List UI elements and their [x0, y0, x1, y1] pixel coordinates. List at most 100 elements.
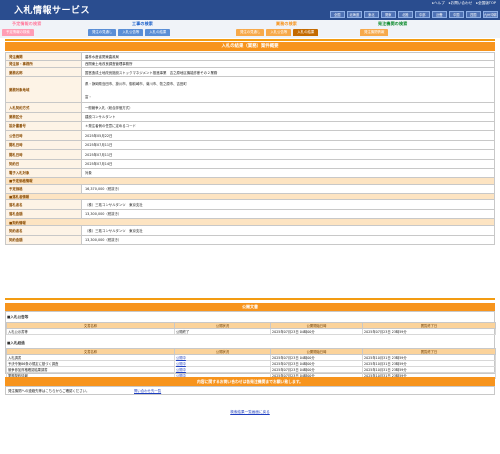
tab-yotei-search[interactable]: 予定情報の検索 — [2, 29, 34, 36]
detail-row: 入札契約方式 一般競争入札（総合評価方式） — [5, 102, 495, 113]
kekka-table: 文書名称 公開状況 公開開始日時 閲覧終了日 入札調書 公開中 2025年07月23… — [6, 348, 496, 379]
koukoku-subheading: ■入札公告等 — [7, 315, 29, 319]
detail-value: 2025年07月11日 — [81, 139, 495, 150]
detail-row: 公告日時 2025年05月22日 — [5, 130, 495, 141]
app-title: 入札情報サービス — [14, 6, 91, 16]
detail-value: 一般競争入札（総合評価方式） — [81, 102, 495, 113]
region-tab[interactable]: 九州沖縄 — [482, 11, 498, 18]
kekka-subheading: ■入札経過 — [7, 341, 25, 345]
detail-row: 開札日時 2025年07月11日 — [5, 149, 495, 160]
detail-key: 発注部・事務所 — [5, 59, 82, 68]
region-tab[interactable]: 北海道 — [346, 11, 362, 18]
region-tab[interactable]: 近畿 — [431, 11, 447, 18]
detail-key: 契約金額 — [5, 234, 82, 245]
page-title: 入札の結果（業務）案件概要 — [5, 42, 495, 51]
nav-group-label: 業務の検索 — [276, 21, 297, 26]
detail-key: 入札契約方式 — [5, 102, 82, 113]
detail-key: 落札者名 — [5, 199, 82, 210]
tab-gyoumu-mitoshi[interactable]: 発注の見通し — [236, 29, 265, 36]
region-tab[interactable]: 東北 — [363, 11, 379, 18]
contact-row: 発注機関への連絡先等はこちらからご確認ください。 問い合わせ先一覧 — [5, 386, 495, 395]
detail-value: 農林水産省関東農政局 — [81, 52, 495, 61]
detail-value: 2025年07月14日 — [81, 158, 495, 169]
detail-key: 開札日時 — [5, 139, 82, 150]
detail-row: 発注部・事務所 西関東土地改良調査管理事務所 — [5, 59, 495, 68]
contact-list-link[interactable]: 問い合わせ先一覧 — [134, 387, 161, 396]
detail-key: 契約日 — [5, 158, 82, 169]
contact-link[interactable]: ▸お問い合わせ — [449, 1, 472, 6]
detail-value: ＊発注者側の任意に定めるコード — [81, 120, 495, 131]
tab-kouji-koukoku[interactable]: 入札公告等 — [118, 29, 144, 36]
doc-status: 公開終了 — [174, 328, 271, 335]
detail-row: 設計書番号 ＊発注者側の任意に定めるコード — [5, 120, 495, 131]
back-link-wrap: 検索結果一覧画面に戻る — [0, 410, 500, 415]
divider — [5, 39, 495, 41]
detail-row: 予定価格 16,370,000（税抜き） — [5, 183, 495, 194]
detail-row: 業務名称 国営造成土地改良施設ストックマネジメント推進事業 吉之原地区機能診断その… — [5, 67, 495, 77]
doc-start: 2025年07月23日 04時00分 — [270, 328, 363, 335]
region-tab[interactable]: 全国 — [329, 11, 345, 18]
detail-table: 発注機関 農林水産省関東農政局 発注部・事務所 西関東土地改良調査管理事務所 業務名称国… — [5, 52, 495, 245]
detail-key: 開札日時 — [5, 149, 82, 160]
national-top-link[interactable]: ▸全国版TOP — [476, 1, 496, 6]
detail-value: 13,300,000（税抜き） — [81, 208, 495, 219]
region-tab[interactable]: 中国 — [448, 11, 464, 18]
contact-heading: 内容に関するお問い合わせは各発注機関までお願い致します。 — [5, 377, 495, 386]
detail-key: 予定価格 — [5, 183, 82, 194]
detail-row: 業務区分 建設コンサルタント — [5, 111, 495, 122]
detail-key: 公告日時 — [5, 130, 82, 141]
region-tab[interactable]: 中部 — [414, 11, 430, 18]
detail-value: 2025年05月22日 — [81, 130, 495, 141]
nav-group-kouji: 工事の検索 発注の見通し 入札公告等 入札の結果 — [88, 21, 171, 36]
detail-row: 業務対象地域 県・静岡県島田市、掛川市、御前崎市、菊川市、牧之原市、吉田町 富・ — [5, 76, 495, 103]
tab-kikan-info[interactable]: 発注機関情報 — [360, 29, 389, 36]
detail-value: 西関東土地改良調査管理事務所 — [81, 59, 495, 68]
tab-gyoumu-kekka[interactable]: 入札の結果 — [293, 29, 319, 36]
region-tab[interactable]: 四国 — [465, 11, 481, 18]
detail-row: 契約者名 （株）三祐コンサルタンツ 東京支社 — [5, 225, 495, 236]
detail-value: 県・静岡県島田市、掛川市、御前崎市、菊川市、牧之原市、吉田町 富・ — [81, 76, 495, 103]
search-nav: 予定情報の検索 予定情報の検索 工事の検索 発注の見通し 入札公告等 入札の結果… — [0, 20, 500, 38]
detail-value: （株）三祐コンサルタンツ 東京支社 — [81, 225, 495, 236]
detail-key: 電子入札対象 — [5, 168, 82, 178]
detail-group-row: ■予定価格情報 — [5, 176, 495, 185]
region-tabs: 全国 北海道 東北 関東 北陸 中部 近畿 中国 四国 九州沖縄 — [329, 11, 498, 18]
region-tab[interactable]: 北陸 — [397, 11, 413, 18]
detail-value: 16,370,000（税抜き） — [81, 183, 495, 194]
detail-key: 業務名称 — [5, 67, 82, 77]
detail-value: 13,300,000（税抜き） — [81, 234, 495, 245]
detail-key: 契約者名 — [5, 225, 82, 236]
tab-kouji-kekka[interactable]: 入札の結果 — [145, 29, 171, 36]
detail-key: 落札金額 — [5, 208, 82, 219]
detail-row: 落札者名 （株）三祐コンサルタンツ 東京支社 — [5, 199, 495, 210]
tab-kouji-mitoshi[interactable]: 発注の見通し — [88, 29, 117, 36]
koukoku-table: 文書名称 公開状況 公開開始日時 閲覧終了日 入札公示書等 公開終了 2025年07… — [6, 322, 496, 335]
detail-value: 2025年07月11日 — [81, 149, 495, 160]
nav-group-gyoumu: 業務の検索 発注の見通し 入札公告等 入札の結果 — [236, 21, 319, 36]
tab-gyoumu-koukoku[interactable]: 入札公告等 — [266, 29, 292, 36]
contact-text: 発注機関への連絡先等はこちらからご確認ください。 — [8, 389, 90, 393]
public-docs-heading: 公開文書 — [5, 303, 495, 311]
detail-group-label: ■予定価格情報 — [5, 176, 495, 185]
nav-group-label: 発注機関の検索 — [378, 21, 408, 26]
detail-row: 電子入札対象 対象 — [5, 168, 495, 178]
detail-row: 発注機関 農林水産省関東農政局 — [5, 52, 495, 61]
detail-key: 発注機関 — [5, 52, 82, 61]
nav-group-label: 予定情報の検索 — [12, 21, 42, 26]
detail-row: 開札日時 2025年07月11日 — [5, 139, 495, 150]
app-header: 入札情報サービス ▸ヘルプ ▸お問い合わせ ▸全国版TOP 全国 北海道 東北 … — [0, 0, 500, 20]
detail-value: 建設コンサルタント — [81, 111, 495, 122]
detail-value: （株）三祐コンサルタンツ 東京支社 — [81, 199, 495, 210]
detail-group-label: ■契約情報 — [5, 218, 495, 226]
help-link[interactable]: ▸ヘルプ — [432, 1, 445, 6]
detail-row: 契約金額 13,300,000（税抜き） — [5, 234, 495, 245]
detail-key: 設計書番号 — [5, 120, 82, 131]
region-tab[interactable]: 関東 — [380, 11, 396, 18]
back-to-results-link[interactable]: 検索結果一覧画面に戻る — [230, 410, 270, 414]
nav-group-kikan: 発注機関の検索 発注機関情報 — [360, 21, 407, 36]
detail-key: 業務対象地域 — [5, 76, 82, 103]
detail-row: 落札金額 13,300,000（税抜き） — [5, 208, 495, 219]
doc-end: 2025年07月23日 23時59分 — [362, 328, 496, 335]
table-row: 入札公示書等 公開終了 2025年07月23日 04時00分 2025年07月23日 … — [6, 328, 496, 335]
public-docs-box: ■入札公告等 文書名称 公開状況 公開開始日時 閲覧終了日 入札公示書等 公開終了… — [5, 311, 496, 379]
